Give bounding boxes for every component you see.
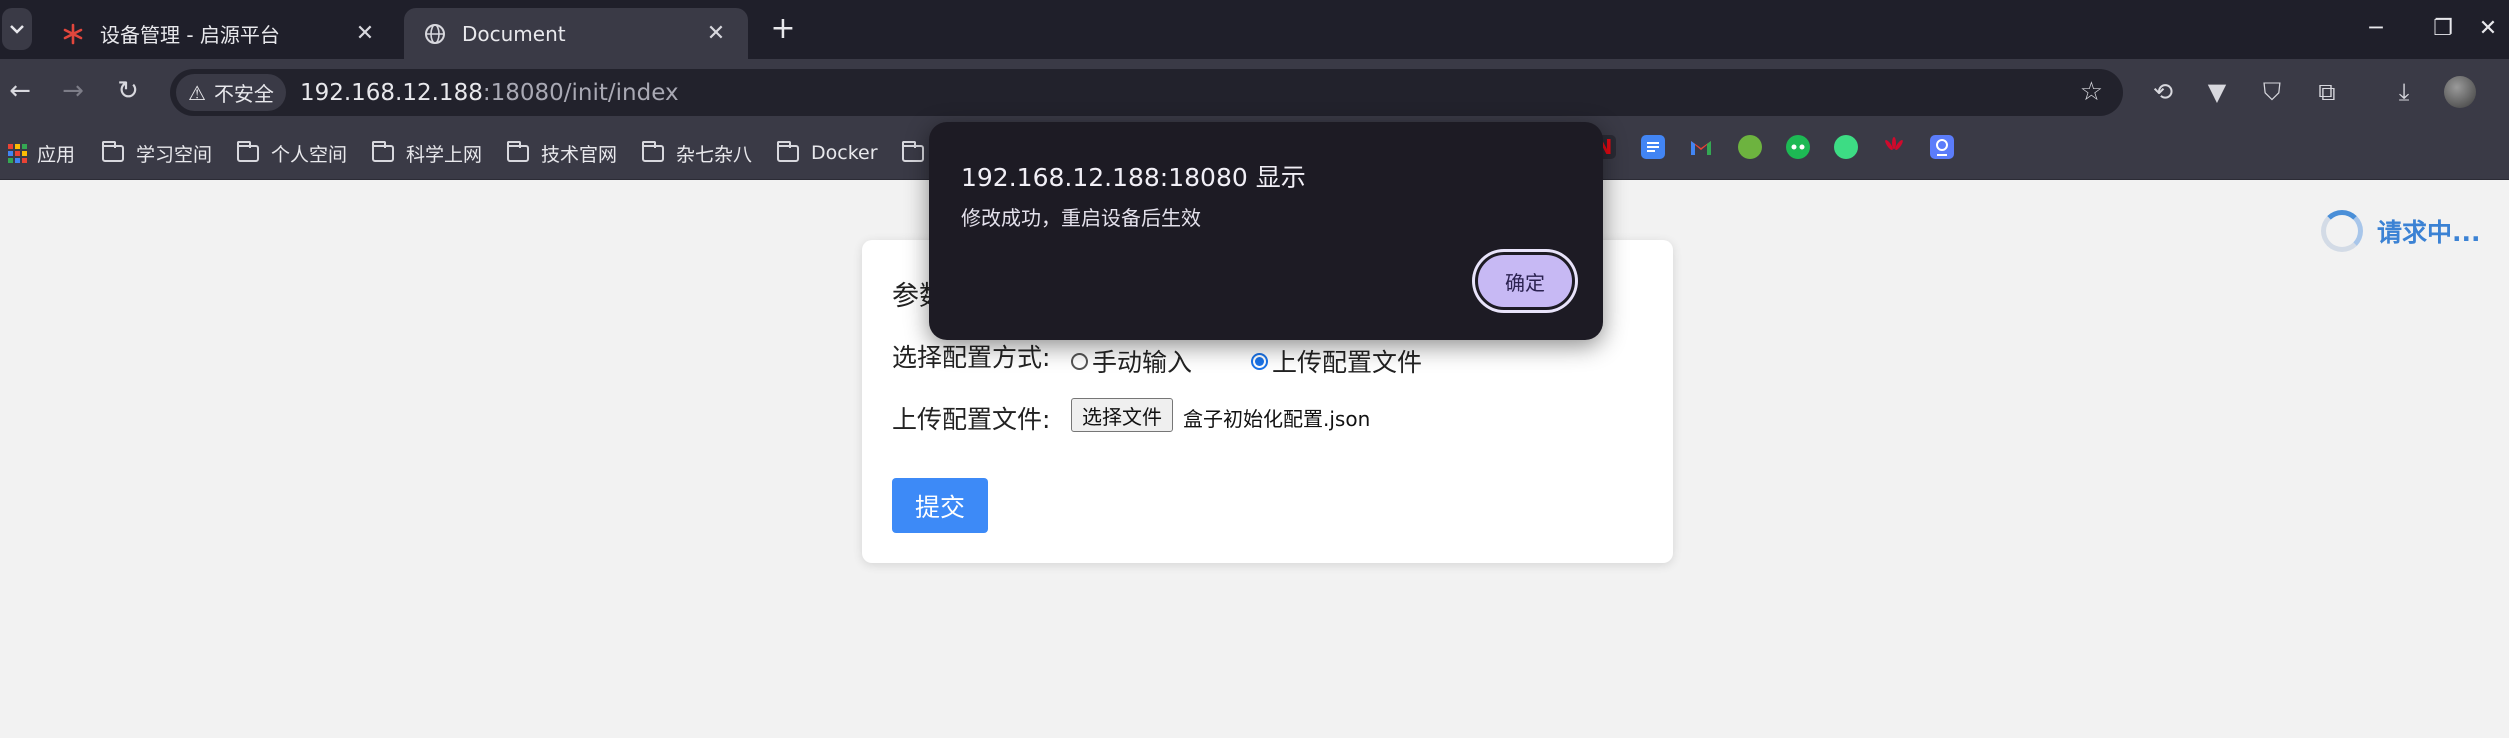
folder-icon (777, 140, 799, 162)
green-robot-favicon-icon[interactable] (1834, 135, 1858, 159)
bookmark-label: 科学上网 (406, 143, 483, 166)
url-path: :18080/init/index (482, 79, 679, 106)
dialog-ok-button[interactable]: 确定 (1475, 252, 1575, 310)
radio-manual-input[interactable]: 手动输入 (1071, 343, 1192, 379)
bookmark-label: 个人空间 (271, 143, 348, 166)
tab-title: Document (462, 21, 566, 46)
folder-icon (102, 140, 124, 162)
new-tab-plus-icon[interactable]: + (766, 12, 800, 46)
folder-icon (372, 140, 394, 162)
gmail-favicon-icon[interactable] (1689, 135, 1713, 159)
url-text[interactable]: 192.168.12.188:18080/init/index (300, 80, 679, 106)
profile-avatar[interactable] (2444, 76, 2476, 108)
restore-window-icon[interactable]: ❐ (2425, 12, 2461, 46)
close-tab-icon[interactable]: ✕ (704, 21, 728, 46)
spring-favicon-icon[interactable] (1738, 135, 1762, 159)
address-bar[interactable]: ⚠ 不安全 192.168.12.188:18080/init/index ☆ (170, 69, 2123, 116)
tab-search-button[interactable] (2, 8, 32, 50)
bookmark-star-icon[interactable]: ☆ (2080, 77, 2103, 107)
folder-icon (642, 140, 664, 162)
folder-icon (902, 140, 924, 162)
huawei-favicon-icon[interactable] (1882, 135, 1906, 159)
folder-icon (237, 140, 259, 162)
blue-app-favicon-icon[interactable] (1930, 135, 1954, 159)
config-mode-label: 选择配置方式: (892, 343, 1051, 372)
chevron-down-icon (10, 25, 24, 34)
bookmark-folder-docker[interactable]: Docker (777, 136, 878, 170)
back-arrow-icon[interactable]: ← (2, 73, 38, 109)
extension-shield-icon[interactable]: ⛉ (2255, 75, 2289, 109)
apps-grid-icon (8, 143, 27, 163)
radio-manual-label: 手动输入 (1092, 348, 1193, 377)
dialog-title: 192.168.12.188:18080 显示 (961, 163, 1306, 192)
bookmark-label: 学习空间 (136, 143, 213, 166)
extensions-puzzle-icon[interactable]: ⧉ (2310, 75, 2344, 109)
radio-upload-label: 上传配置文件 (1272, 348, 1423, 377)
spinner-icon (2321, 210, 2363, 252)
tab-title: 设备管理 - 启源平台 (100, 23, 280, 47)
radio-checked-icon[interactable] (1251, 352, 1268, 370)
choose-file-button[interactable]: 选择文件 (1071, 398, 1173, 432)
loading-text: 请求中... (2377, 218, 2481, 247)
bookmark-label: 应用 (37, 143, 76, 166)
bookmark-folder-personal[interactable]: 个人空间 (237, 136, 347, 170)
docs-favicon-icon[interactable] (1641, 135, 1665, 159)
submit-button[interactable]: 提交 (892, 478, 988, 533)
bookmark-folder-science[interactable]: 科学上网 (372, 136, 482, 170)
green-chat-favicon-icon[interactable] (1786, 135, 1810, 159)
warning-triangle-icon: ⚠ (188, 80, 206, 105)
red-asterisk-favicon-icon (63, 23, 83, 44)
url-host: 192.168.12.188 (299, 79, 483, 106)
bookmark-label: 杂七杂八 (676, 143, 753, 166)
radio-upload-file[interactable]: 上传配置文件 (1251, 343, 1422, 379)
browser-toolbar: ← → ↻ ⚠ 不安全 192.168.12.188:18080/init/in… (0, 59, 2509, 126)
bookmark-label: Docker (811, 142, 878, 164)
loading-indicator: 请求中... (2321, 210, 2481, 252)
reload-icon[interactable]: ↻ (110, 73, 146, 109)
folder-icon (507, 140, 529, 162)
bookmark-apps[interactable]: 应用 (8, 136, 75, 170)
minimize-icon[interactable]: ─ (2358, 12, 2394, 46)
selected-file-name: 盒子初始化配置.json (1183, 407, 1371, 431)
bookmark-folder-study[interactable]: 学习空间 (102, 136, 212, 170)
dialog-message: 修改成功，重启设备后生效 (961, 206, 1201, 230)
alert-dialog: 192.168.12.188:18080 显示 修改成功，重启设备后生效 确定 (929, 122, 1603, 340)
radio-unchecked-icon[interactable] (1071, 352, 1088, 370)
tab-document[interactable]: Document ✕ (404, 8, 748, 59)
forward-arrow-icon[interactable]: → (55, 73, 91, 109)
download-icon[interactable]: ⤓ (2387, 75, 2421, 109)
extension-sync-icon[interactable]: ⟲ (2146, 75, 2180, 109)
upload-label: 上传配置文件: (892, 405, 1051, 434)
bookmark-folder-misc[interactable]: 杂七杂八 (642, 136, 752, 170)
bookmark-folder-tech[interactable]: 技术官网 (507, 136, 617, 170)
extension-v-icon[interactable]: ▼ (2200, 75, 2234, 109)
tab-device-management[interactable]: 设备管理 - 启源平台 ✕ (42, 8, 397, 59)
globe-icon (425, 23, 445, 44)
close-window-icon[interactable]: ✕ (2470, 12, 2506, 46)
tab-strip: 设备管理 - 启源平台 ✕ Document ✕ + ─ ❐ ✕ (0, 0, 2509, 59)
site-security-chip[interactable]: ⚠ 不安全 (176, 74, 286, 111)
bookmark-label: 技术官网 (541, 143, 618, 166)
security-label: 不安全 (213, 82, 274, 106)
close-tab-icon[interactable]: ✕ (353, 21, 377, 46)
